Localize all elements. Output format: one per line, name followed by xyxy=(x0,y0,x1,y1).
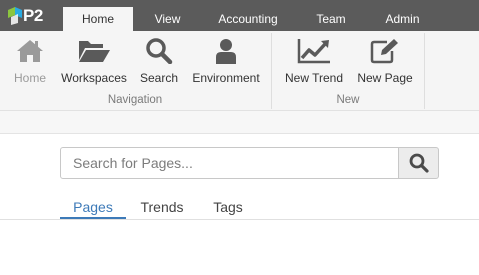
ribbon-separator xyxy=(271,33,272,109)
search-button[interactable] xyxy=(398,147,439,179)
group-label-navigation: Navigation xyxy=(107,94,163,106)
ribbon-environment-button[interactable]: Environment xyxy=(192,31,260,93)
tab-label: Tags xyxy=(213,199,243,215)
line-chart-icon xyxy=(297,39,330,64)
tab-admin[interactable]: Admin xyxy=(375,7,430,31)
tab-tags[interactable]: Tags xyxy=(205,196,251,218)
ribbon-separator xyxy=(424,33,425,109)
ribbon-home-button[interactable]: Home xyxy=(10,31,50,93)
tab-label: Home xyxy=(81,12,114,26)
tab-label: Accounting xyxy=(218,12,278,26)
tab-label: Pages xyxy=(73,199,113,215)
tab-label: View xyxy=(154,12,181,26)
group-label-new: New xyxy=(336,94,360,106)
ribbon-new-page-button[interactable]: New Page xyxy=(357,31,413,93)
tab-pages[interactable]: Pages xyxy=(60,196,126,218)
tabs-divider xyxy=(0,219,479,220)
ribbon-button-label: Environment xyxy=(192,71,260,85)
tab-trends[interactable]: Trends xyxy=(134,196,190,218)
search-input[interactable] xyxy=(61,148,398,178)
ribbon-button-label: Home xyxy=(13,71,46,85)
tab-view[interactable]: View xyxy=(140,7,195,31)
tab-label: Team xyxy=(316,12,346,26)
tab-label: Admin xyxy=(385,12,420,26)
search-field[interactable] xyxy=(60,147,399,179)
ribbon-button-label: New Trend xyxy=(284,71,344,85)
home-icon xyxy=(17,40,43,62)
ribbon-button-label: Workspaces xyxy=(61,71,127,85)
ribbon-button-label: New Page xyxy=(357,71,413,85)
tab-team[interactable]: Team xyxy=(305,7,357,31)
ribbon-search-button[interactable]: Search xyxy=(139,31,179,93)
ribbon: Home Workspaces Search Environment Navig… xyxy=(0,31,479,111)
ribbon-workspaces-button[interactable]: Workspaces xyxy=(61,31,127,93)
app-logo[interactable]: P2 xyxy=(8,5,43,27)
ribbon-button-label: Search xyxy=(139,71,179,85)
tab-home[interactable]: Home xyxy=(63,7,133,31)
tab-accounting[interactable]: Accounting xyxy=(210,7,286,31)
edit-icon xyxy=(370,39,398,64)
logo-text: P2 xyxy=(23,6,43,25)
top-nav-bar: P2 Home View Accounting Team Admin xyxy=(0,0,479,31)
p2-logo-icon xyxy=(8,7,22,25)
tab-label: Trends xyxy=(140,199,184,215)
ribbon-new-trend-button[interactable]: New Trend xyxy=(284,31,344,93)
ribbon-collapse-strip xyxy=(0,111,479,134)
search-icon xyxy=(146,38,173,64)
search-icon xyxy=(409,153,429,173)
folder-open-icon xyxy=(79,41,110,62)
user-icon xyxy=(216,39,236,64)
